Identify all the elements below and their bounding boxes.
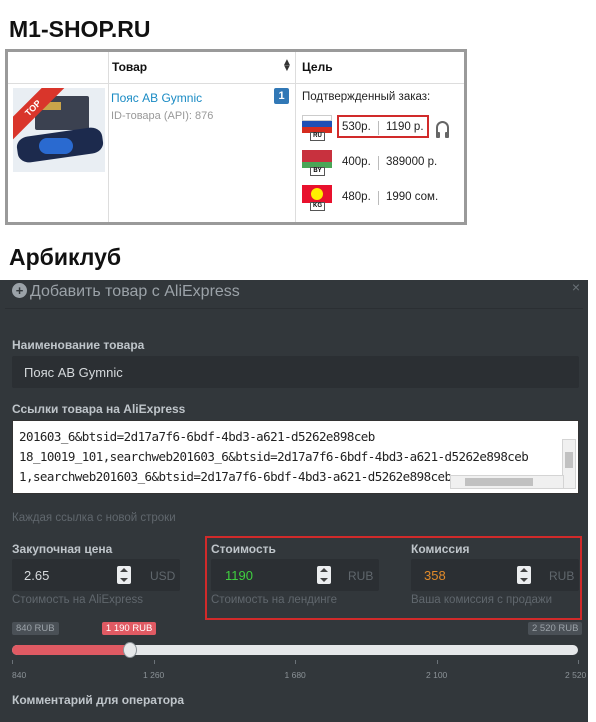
textarea-horizontal-scrollbar[interactable]	[450, 475, 564, 489]
purchase-label: Закупочная цена	[12, 542, 113, 556]
links-hint: Каждая ссылка с новой строки	[12, 512, 176, 524]
club-title: Арбиклуб	[9, 244, 122, 270]
price-slider-track[interactable]	[12, 642, 578, 658]
payout-by: 400р.	[342, 156, 371, 168]
price-by: 389000 р.	[386, 156, 438, 168]
count-badge: 1	[274, 88, 289, 104]
purchase-hint: Стоимость на AliExpress	[12, 594, 144, 606]
purchase-stepper[interactable]	[117, 566, 131, 584]
highlight-box	[337, 115, 429, 138]
price-kg: 1990 сом.	[386, 191, 439, 203]
highlight-box-pricing	[205, 536, 582, 620]
slider-tick-label: 2 520	[565, 670, 587, 680]
slider-max-tag: 2 520 RUB	[528, 622, 583, 635]
slider-tick-label: 2 100	[426, 670, 448, 680]
name-label: Наименование товара	[12, 338, 145, 352]
headset-icon	[436, 121, 449, 138]
flag-ru-icon: RU	[302, 115, 332, 141]
flag-by-icon: BY	[302, 150, 332, 176]
slider-handle[interactable]	[122, 642, 137, 658]
panel-title: + Добавить товар с AliExpress	[12, 283, 240, 301]
slider-tick-mark	[153, 660, 155, 664]
product-image[interactable]: TOP	[13, 88, 105, 172]
name-field[interactable]: Пояс AB Gymnic	[12, 356, 579, 388]
plus-circle-icon: +	[12, 283, 27, 298]
slider-tick-label: 1 680	[284, 670, 306, 680]
comment-label: Комментарий для оператора	[12, 693, 185, 707]
confirmed-label: Подтвержденный заказ:	[302, 91, 431, 103]
product-id: ID-товара (API): 876	[111, 110, 214, 122]
slider-min-tag: 840 RUB	[12, 622, 59, 635]
slider-tick-mark	[295, 660, 296, 664]
col-header-target: Цель	[302, 60, 333, 74]
slider-tick-mark	[436, 660, 438, 664]
add-product-panel: + Добавить товар с AliExpress × Наименова…	[0, 280, 588, 722]
links-textarea[interactable]: 201603_6&btsid=2d17a7f6-6bdf-4bd3-a621-d…	[12, 420, 579, 494]
slider-fill	[12, 645, 130, 655]
close-icon[interactable]: ×	[572, 280, 580, 295]
shop-title: M1-SHOP.RU	[9, 16, 151, 42]
links-label: Ссылки товара на AliExpress	[12, 402, 186, 416]
slider-tick-mark	[12, 660, 13, 664]
flag-kg-icon: KG	[302, 185, 332, 211]
col-header-product[interactable]: Товар	[112, 60, 147, 74]
product-link[interactable]: Пояс AB Gymnic	[111, 91, 202, 105]
offer-table: Товар ▲ ▼ Цель TOP Пояс AB Gymnic ID-това…	[5, 49, 467, 225]
slider-tick-label: 840	[12, 670, 27, 680]
slider-tick-mark	[578, 660, 579, 664]
slider-value-tag: 1 190 RUB	[101, 622, 157, 635]
payout-kg: 480р.	[342, 191, 371, 203]
sort-icon[interactable]: ▲ ▼	[282, 58, 292, 74]
textarea-vertical-scrollbar[interactable]	[562, 439, 576, 489]
slider-tick-label: 1 260	[143, 670, 165, 680]
purchase-input[interactable]: 2.65 USD	[12, 559, 180, 591]
